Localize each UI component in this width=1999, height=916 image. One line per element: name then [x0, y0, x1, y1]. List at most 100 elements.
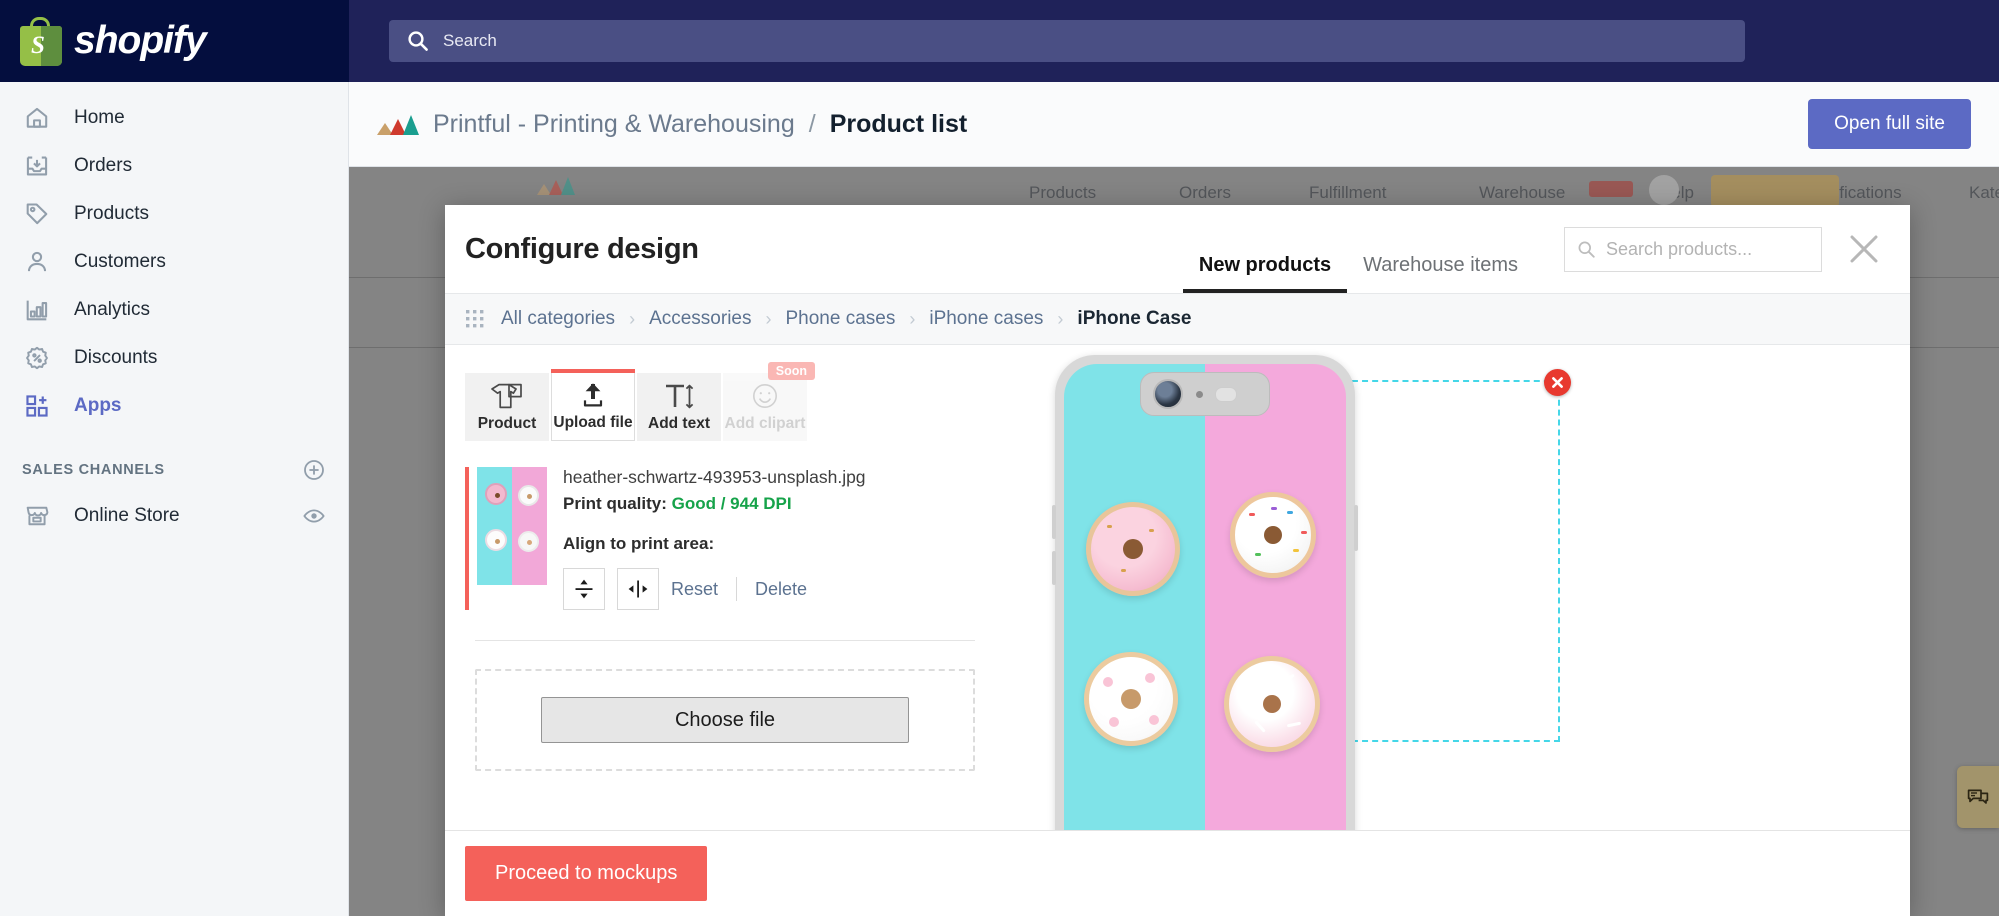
reset-link[interactable]: Reset: [671, 579, 718, 600]
proceed-to-mockups-button[interactable]: Proceed to mockups: [465, 846, 708, 901]
sidebar-item-label: Products: [74, 203, 149, 224]
plus-circle-icon[interactable]: [302, 458, 326, 482]
breadcrumb-current-iphone-case: iPhone Case: [1077, 308, 1192, 329]
choose-file-button[interactable]: Choose file: [541, 697, 909, 743]
sales-channels-header: SALES CHANNELS: [0, 430, 348, 492]
shopify-top-bar: S shopify Search: [0, 0, 1999, 82]
sidebar-item-orders[interactable]: Orders: [0, 142, 348, 190]
align-horizontal-center-button[interactable]: [617, 568, 659, 610]
modal-header: Configure design New products Warehouse …: [445, 205, 1910, 293]
file-name: heather-schwartz-493953-unsplash.jpg: [563, 467, 866, 487]
background-nav-user: Kate: [1969, 183, 1999, 202]
open-full-site-button[interactable]: Open full site: [1808, 99, 1971, 149]
sidebar-item-discounts[interactable]: Discounts: [0, 334, 348, 382]
tool-tab-add-clipart: Soon Add clipart: [723, 362, 815, 441]
configure-design-modal: Configure design New products Warehouse …: [445, 205, 1910, 916]
breadcrumb-phone-cases[interactable]: Phone cases: [785, 308, 895, 330]
background-nav-warehouse: Warehouse: [1479, 183, 1566, 202]
phone-volume-button-up: [1052, 505, 1056, 539]
discount-percent-icon: [22, 343, 52, 373]
phone-volume-button-down: [1052, 551, 1056, 585]
product-search-placeholder: Search products...: [1606, 238, 1753, 259]
sidebar-item-label: Customers: [74, 251, 166, 272]
donut-pink-sprinkles: [1086, 502, 1180, 596]
iphone-case-preview[interactable]: [1052, 355, 1358, 830]
text-size-icon: [662, 381, 696, 411]
tool-tab-add-text[interactable]: Add text: [637, 373, 721, 441]
file-accent-bar: [465, 467, 469, 610]
eye-icon[interactable]: [302, 504, 326, 528]
align-horizontal-center-icon: [627, 578, 649, 600]
link-divider: [736, 577, 738, 601]
bar-chart-icon: [22, 295, 52, 325]
file-details: heather-schwartz-493953-unsplash.jpg Pri…: [563, 467, 866, 610]
sidebar-item-label: Orders: [74, 155, 133, 176]
print-quality-label: Print quality:: [563, 494, 667, 513]
sidebar-item-label: Online Store: [74, 505, 180, 526]
tshirt-icon: [490, 381, 524, 411]
background-nav-fulfillment: Fulfillment: [1309, 183, 1387, 202]
orders-inbox-icon: [22, 151, 52, 181]
sidebar-item-home[interactable]: Home: [0, 94, 348, 142]
background-printful-logo-icon: [537, 177, 575, 195]
grid-menu-icon[interactable]: [465, 309, 485, 329]
tool-tab-label: Add text: [648, 415, 710, 432]
category-breadcrumb: All categories › Accessories › Phone cas…: [445, 293, 1910, 345]
global-search-placeholder: Search: [443, 31, 497, 50]
tool-tab-product[interactable]: Product: [465, 373, 549, 441]
sidebar-item-label: Analytics: [74, 299, 151, 320]
sidebar-item-customers[interactable]: Customers: [0, 238, 348, 286]
tool-tab-label: Upload file: [553, 414, 633, 431]
breadcrumb-separator: /: [808, 109, 816, 138]
sidebar: Home Orders Products Customers Analytics: [0, 82, 349, 916]
search-icon: [407, 30, 429, 52]
align-vertical-center-icon: [573, 578, 595, 600]
close-icon[interactable]: [1844, 229, 1884, 269]
tool-tab-upload-file[interactable]: Upload file: [551, 369, 635, 441]
delete-x-icon[interactable]: [1544, 369, 1571, 396]
page-title: Product list: [829, 109, 968, 138]
shopify-wordmark: shopify: [74, 19, 207, 62]
breadcrumb-separator: ›: [629, 308, 636, 329]
breadcrumb-accessories[interactable]: Accessories: [649, 308, 751, 330]
breadcrumb-iphone-cases[interactable]: iPhone cases: [929, 308, 1043, 330]
sidebar-item-products[interactable]: Products: [0, 190, 348, 238]
tab-warehouse-items[interactable]: Warehouse items: [1347, 255, 1534, 293]
chat-widget-button[interactable]: [1957, 766, 1999, 828]
printful-logo-icon: [377, 113, 419, 135]
align-vertical-center-button[interactable]: [563, 568, 605, 610]
breadcrumb-separator: ›: [1057, 308, 1064, 329]
align-to-print-area-label: Align to print area:: [563, 534, 715, 553]
sidebar-item-label: Home: [74, 107, 125, 128]
breadcrumb-all-categories[interactable]: All categories: [501, 308, 615, 330]
design-preview-pane: [1005, 345, 1910, 830]
soon-badge: Soon: [767, 362, 815, 380]
modal-tabs: New products Warehouse items: [1182, 205, 1534, 293]
sidebar-item-online-store[interactable]: Online Store: [0, 492, 348, 540]
global-search-input[interactable]: Search: [389, 20, 1745, 62]
background-avatar: [1649, 175, 1679, 205]
product-search-input[interactable]: Search products...: [1564, 226, 1822, 272]
background-nav-products: Products: [1029, 183, 1097, 202]
background-nav-badge: [1589, 181, 1633, 197]
file-thumbnail[interactable]: [477, 467, 547, 585]
file-dropzone[interactable]: Choose file: [475, 669, 975, 771]
page-header: Printful - Printing & Warehousing / Prod…: [349, 82, 1999, 167]
shopify-logo[interactable]: S shopify: [0, 0, 349, 82]
print-quality: Print quality: Good / 944 DPI: [563, 494, 866, 514]
sidebar-item-apps[interactable]: Apps: [0, 382, 348, 430]
sidebar-item-analytics[interactable]: Analytics: [0, 286, 348, 334]
upload-arrow-icon: [578, 380, 608, 410]
modal-footer: Proceed to mockups: [445, 830, 1910, 916]
delete-link[interactable]: Delete: [755, 579, 807, 600]
uploaded-file-row: heather-schwartz-493953-unsplash.jpg Pri…: [465, 467, 1005, 610]
breadcrumb-app-name[interactable]: Printful - Printing & Warehousing: [433, 110, 795, 139]
phone-power-button: [1354, 505, 1358, 551]
camera-flash: [1215, 386, 1237, 402]
person-icon: [22, 247, 52, 277]
breadcrumb-separator: ›: [909, 308, 916, 329]
tab-new-products[interactable]: New products: [1182, 255, 1348, 293]
search-icon: [1577, 240, 1596, 259]
donut-pink-coconut: [1224, 656, 1320, 752]
chat-bubble-icon: [1966, 785, 1990, 809]
